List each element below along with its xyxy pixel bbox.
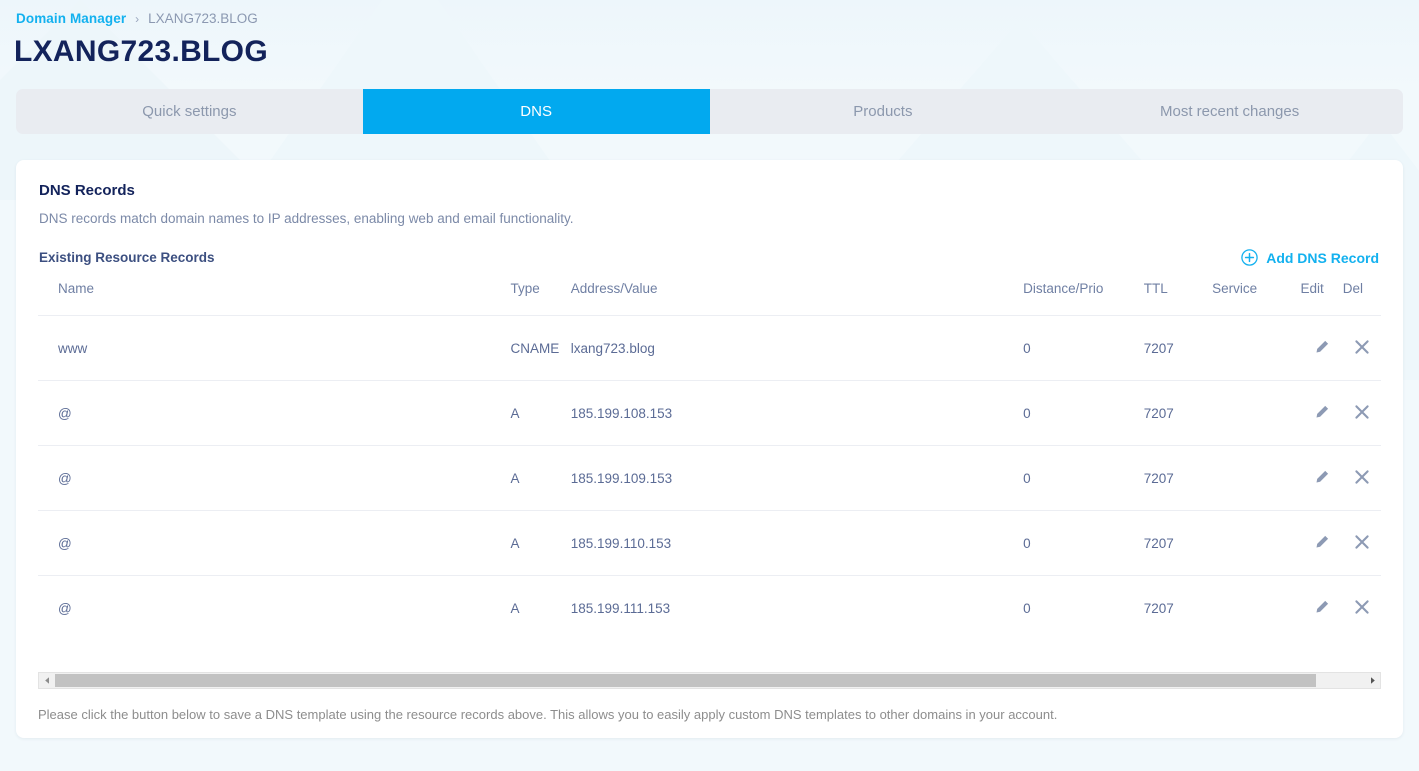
cell-service — [1212, 575, 1301, 641]
card-title: DNS Records — [39, 182, 135, 199]
column-header-edit: Edit — [1300, 281, 1324, 296]
cell-distance: 0 — [1023, 575, 1144, 641]
table-row: @ A 185.199.110.153 0 7207 — [38, 510, 1381, 576]
cell-name: @ — [38, 510, 511, 576]
column-header-del: Del — [1342, 281, 1364, 296]
add-dns-record-label: Add DNS Record — [1266, 249, 1379, 266]
cell-service — [1212, 380, 1301, 446]
cell-ttl: 7207 — [1143, 445, 1213, 511]
table-header-row: Name Type Address/Value Distance/Prio TT… — [38, 281, 1381, 316]
cell-delete — [1342, 510, 1381, 576]
cell-service — [1212, 510, 1301, 576]
tab-quick-settings-label: Quick settings — [142, 103, 237, 120]
triangle-left-icon[interactable] — [39, 673, 55, 688]
cell-distance: 0 — [1023, 445, 1144, 511]
cell-delete — [1342, 575, 1381, 641]
close-x-icon[interactable] — [1354, 599, 1370, 615]
pencil-icon[interactable] — [1314, 339, 1330, 355]
page-root: Domain Manager › LXANG723.BLOG LXANG723.… — [0, 0, 1419, 738]
breadcrumb: Domain Manager › LXANG723.BLOG — [0, 0, 1419, 26]
table-row: www CNAME lxang723.blog 0 7207 — [38, 315, 1381, 381]
close-x-icon[interactable] — [1354, 339, 1370, 355]
pencil-icon[interactable] — [1314, 534, 1330, 550]
cell-name: www — [38, 315, 511, 381]
tab-quick-settings[interactable]: Quick settings — [16, 89, 363, 134]
dns-records-table: Name Type Address/Value Distance/Prio TT… — [38, 281, 1381, 641]
cell-delete — [1342, 445, 1381, 511]
dns-table-wrapper: Name Type Address/Value Distance/Prio TT… — [38, 281, 1381, 641]
cell-distance: 0 — [1023, 315, 1144, 381]
breadcrumb-current: LXANG723.BLOG — [148, 11, 258, 26]
card-description: DNS records match domain names to IP add… — [39, 211, 574, 226]
cell-value: 185.199.110.153 — [570, 510, 1024, 576]
tab-most-recent-changes-label: Most recent changes — [1160, 103, 1300, 120]
cell-value: lxang723.blog — [570, 315, 1024, 381]
tab-products-label: Products — [853, 103, 913, 120]
dns-records-card: DNS Records DNS records match domain nam… — [16, 160, 1403, 738]
cell-value: 185.199.108.153 — [570, 380, 1024, 446]
cell-type: A — [510, 575, 571, 641]
tab-dns[interactable]: DNS — [362, 89, 710, 134]
cell-value: 185.199.109.153 — [570, 445, 1024, 511]
table-horizontal-scrollbar[interactable] — [38, 672, 1381, 689]
tab-bar: Quick settings DNS Products Most recent … — [16, 89, 1403, 134]
tab-products[interactable]: Products — [710, 89, 1057, 134]
cell-value: 185.199.111.153 — [570, 575, 1024, 641]
cell-name: @ — [38, 380, 511, 446]
cell-ttl: 7207 — [1143, 315, 1213, 381]
column-header-name[interactable]: Name — [38, 281, 510, 316]
page-title: LXANG723.BLOG — [14, 35, 268, 68]
pencil-icon[interactable] — [1314, 469, 1330, 485]
dns-table-body: www CNAME lxang723.blog 0 7207 @ A 185.1… — [38, 315, 1381, 641]
tab-most-recent-changes[interactable]: Most recent changes — [1056, 89, 1403, 134]
column-header-service[interactable]: Service — [1212, 281, 1300, 316]
table-row: @ A 185.199.108.153 0 7207 — [38, 380, 1381, 446]
cell-type: CNAME — [510, 315, 571, 381]
scrollbar-thumb[interactable] — [55, 674, 1316, 687]
column-header-type[interactable]: Type — [510, 281, 570, 316]
cell-type: A — [510, 510, 571, 576]
cell-edit — [1300, 575, 1343, 641]
cell-service — [1212, 315, 1301, 381]
triangle-right-icon[interactable] — [1364, 673, 1380, 688]
close-x-icon[interactable] — [1354, 404, 1370, 420]
breadcrumb-link-domain-manager[interactable]: Domain Manager — [16, 11, 126, 26]
cell-ttl: 7207 — [1143, 380, 1213, 446]
dns-table-head: Name Type Address/Value Distance/Prio TT… — [38, 281, 1381, 316]
table-row: @ A 185.199.111.153 0 7207 — [38, 575, 1381, 641]
column-header-distance[interactable]: Distance/Prio — [1023, 281, 1144, 316]
cell-edit — [1300, 445, 1343, 511]
cell-name: @ — [38, 575, 511, 641]
cell-delete — [1342, 380, 1381, 446]
cell-distance: 0 — [1023, 380, 1144, 446]
column-header-ttl[interactable]: TTL — [1144, 281, 1212, 316]
plus-circle-icon — [1241, 249, 1258, 266]
pencil-icon[interactable] — [1314, 599, 1330, 615]
dns-template-note: Please click the button below to save a … — [38, 707, 1058, 722]
close-x-icon[interactable] — [1354, 534, 1370, 550]
existing-records-title: Existing Resource Records — [39, 250, 215, 265]
cell-type: A — [510, 380, 571, 446]
close-x-icon[interactable] — [1354, 469, 1370, 485]
cell-delete — [1342, 315, 1381, 381]
add-dns-record-button[interactable]: Add DNS Record — [1241, 249, 1379, 266]
cell-edit — [1300, 510, 1343, 576]
column-header-value[interactable]: Address/Value — [571, 281, 1023, 316]
cell-service — [1212, 445, 1301, 511]
scrollbar-track[interactable] — [55, 674, 1364, 687]
cell-name: @ — [38, 445, 511, 511]
cell-distance: 0 — [1023, 510, 1144, 576]
pencil-icon[interactable] — [1314, 404, 1330, 420]
cell-edit — [1300, 315, 1343, 381]
cell-ttl: 7207 — [1143, 575, 1213, 641]
breadcrumb-separator-icon: › — [135, 11, 140, 26]
cell-type: A — [510, 445, 571, 511]
cell-ttl: 7207 — [1143, 510, 1213, 576]
records-section-header: Existing Resource Records Add DNS Record — [38, 249, 1381, 266]
table-row: @ A 185.199.109.153 0 7207 — [38, 445, 1381, 511]
cell-edit — [1300, 380, 1343, 446]
tab-dns-label: DNS — [520, 103, 552, 120]
